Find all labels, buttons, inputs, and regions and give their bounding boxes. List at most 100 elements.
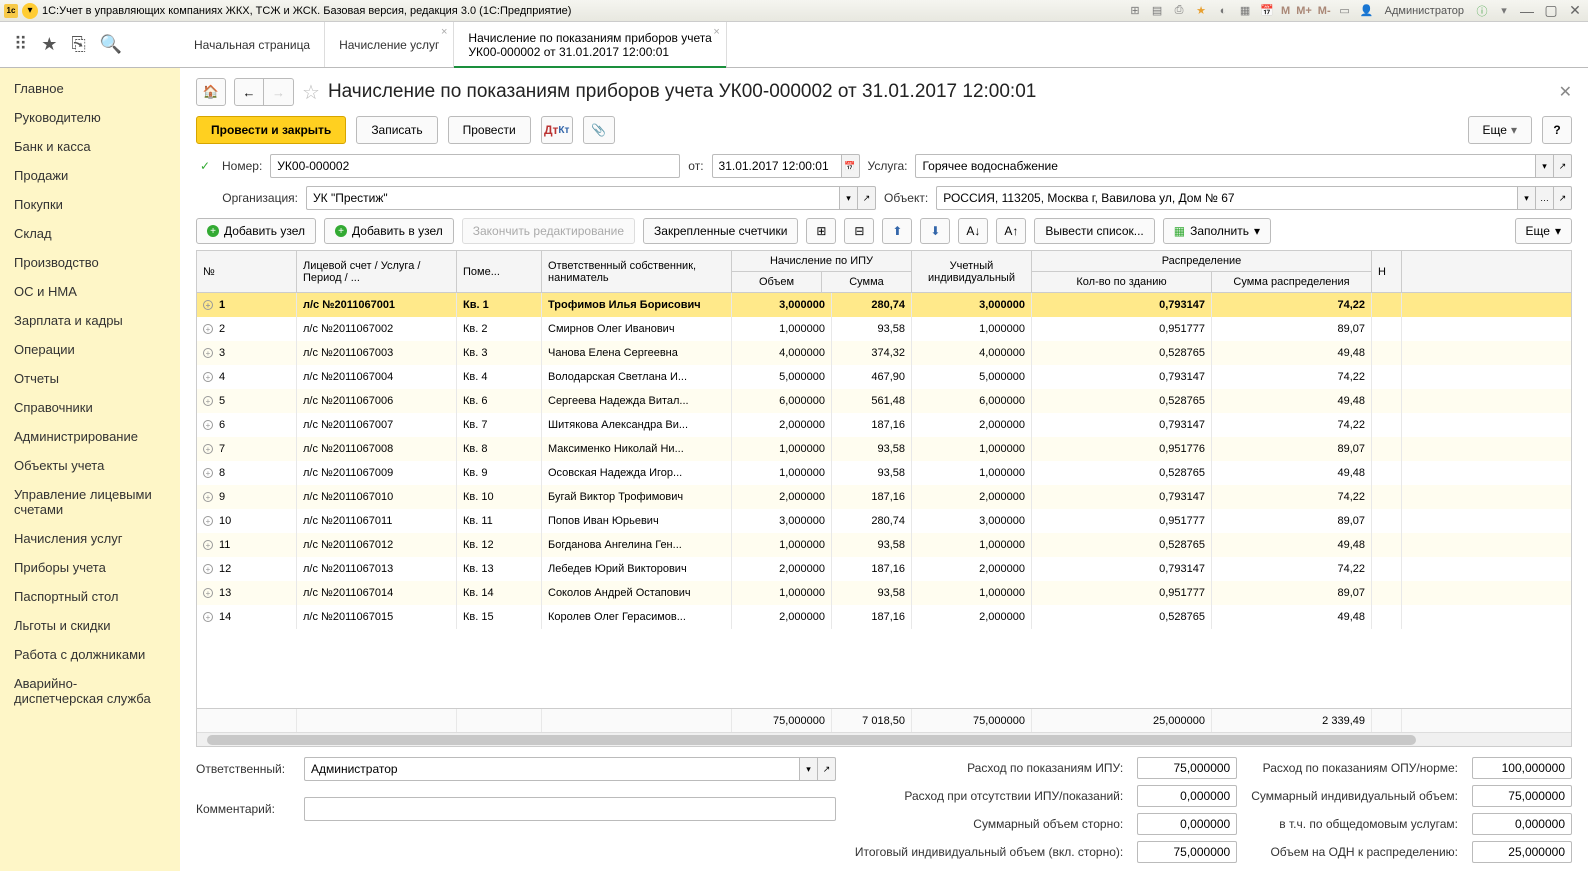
- table-row[interactable]: +6л/с №2011067007Кв. 7Шитякова Александр…: [197, 413, 1571, 437]
- expand-icon[interactable]: +: [203, 564, 213, 574]
- sidebar-item-0[interactable]: Главное: [0, 74, 180, 103]
- home-button[interactable]: 🏠: [196, 78, 226, 106]
- object-open[interactable]: ↗: [1554, 186, 1572, 210]
- expand-icon[interactable]: +: [203, 516, 213, 526]
- responsible-input[interactable]: [304, 757, 800, 781]
- col-dist-qty[interactable]: Кол-во по зданию: [1032, 272, 1212, 292]
- finish-edit-button[interactable]: Закончить редактирование: [462, 218, 635, 244]
- sidebar-item-3[interactable]: Продажи: [0, 161, 180, 190]
- move-up-button[interactable]: ⬆: [882, 218, 912, 244]
- col-volume[interactable]: Объем: [732, 272, 822, 292]
- sidebar-item-16[interactable]: Приборы учета: [0, 553, 180, 582]
- table-row[interactable]: +9л/с №2011067010Кв. 10Бугай Виктор Троф…: [197, 485, 1571, 509]
- pinned-button[interactable]: Закрепленные счетчики: [643, 218, 798, 244]
- sidebar-item-12[interactable]: Администрирование: [0, 422, 180, 451]
- search-icon[interactable]: 🔍: [100, 34, 122, 55]
- table-row[interactable]: +4л/с №2011067004Кв. 4Володарская Светла…: [197, 365, 1571, 389]
- expand-icon[interactable]: +: [203, 444, 213, 454]
- tb-icon-6[interactable]: ▦: [1237, 3, 1253, 19]
- move-down-button[interactable]: ⬇: [920, 218, 950, 244]
- sidebar-item-4[interactable]: Покупки: [0, 190, 180, 219]
- favorite-toggle[interactable]: ☆: [302, 80, 320, 105]
- comment-input[interactable]: [304, 797, 836, 821]
- sidebar-item-8[interactable]: Зарплата и кадры: [0, 306, 180, 335]
- attach-button[interactable]: 📎: [583, 116, 615, 144]
- table-row[interactable]: +14л/с №2011067015Кв. 15Королев Олег Гер…: [197, 605, 1571, 629]
- add-node-button[interactable]: +Добавить узел: [196, 218, 316, 244]
- table-row[interactable]: +3л/с №2011067003Кв. 3Чанова Елена Серге…: [197, 341, 1571, 365]
- table-row[interactable]: +5л/с №2011067006Кв. 6Сергеева Надежда В…: [197, 389, 1571, 413]
- fill-button[interactable]: ▦ Заполнить ▾: [1163, 218, 1271, 244]
- sidebar-item-20[interactable]: Аварийно-диспетчерская служба: [0, 669, 180, 713]
- h-scrollbar[interactable]: [197, 732, 1571, 746]
- table-row[interactable]: +1л/с №2011067001Кв. 1Трофимов Илья Бори…: [197, 293, 1571, 317]
- add-into-button[interactable]: +Добавить в узел: [324, 218, 454, 244]
- back-button[interactable]: ←: [234, 78, 264, 106]
- close-icon[interactable]: ×: [713, 26, 719, 38]
- col-owner[interactable]: Ответственный собственник, наниматель: [542, 251, 732, 292]
- org-open[interactable]: ↗: [858, 186, 876, 210]
- object-more[interactable]: …: [1536, 186, 1554, 210]
- calendar-button[interactable]: 📅: [842, 154, 860, 178]
- write-button[interactable]: Записать: [356, 116, 437, 144]
- expand-icon[interactable]: +: [203, 588, 213, 598]
- sidebar-item-13[interactable]: Объекты учета: [0, 451, 180, 480]
- table-more-button[interactable]: Еще ▾: [1515, 218, 1572, 244]
- expand-icon[interactable]: +: [203, 612, 213, 622]
- number-input[interactable]: [270, 154, 680, 178]
- col-sum[interactable]: Сумма: [822, 272, 911, 292]
- info-icon[interactable]: ⓘ: [1474, 3, 1490, 19]
- tab-home[interactable]: Начальная страница: [180, 22, 325, 67]
- service-drop[interactable]: ▾: [1536, 154, 1554, 178]
- expand-icon[interactable]: +: [203, 396, 213, 406]
- sidebar-item-7[interactable]: ОС и НМА: [0, 277, 180, 306]
- table-row[interactable]: +12л/с №2011067013Кв. 13Лебедев Юрий Вик…: [197, 557, 1571, 581]
- col-no[interactable]: №: [197, 251, 297, 292]
- expand-icon[interactable]: +: [203, 324, 213, 334]
- date-input[interactable]: [712, 154, 842, 178]
- tab-calc[interactable]: Начисление услуг×: [325, 22, 454, 67]
- table-row[interactable]: +2л/с №2011067002Кв. 2Смирнов Олег Ивано…: [197, 317, 1571, 341]
- responsible-open[interactable]: ↗: [818, 757, 836, 781]
- col-account[interactable]: Лицевой счет / Услуга / Период / ...: [297, 251, 457, 292]
- expand-icon[interactable]: +: [203, 300, 213, 310]
- close-icon[interactable]: ×: [441, 26, 447, 38]
- service-open[interactable]: ↗: [1554, 154, 1572, 178]
- sidebar-item-19[interactable]: Работа с должниками: [0, 640, 180, 669]
- table-row[interactable]: +13л/с №2011067014Кв. 14Соколов Андрей О…: [197, 581, 1571, 605]
- m-plus[interactable]: M+: [1296, 5, 1312, 17]
- favorite-icon[interactable]: ★: [1193, 3, 1209, 19]
- expand-icon[interactable]: +: [203, 540, 213, 550]
- org-drop[interactable]: ▾: [840, 186, 858, 210]
- table-row[interactable]: +10л/с №2011067011Кв. 11Попов Иван Юрьев…: [197, 509, 1571, 533]
- window-minimize[interactable]: —: [1518, 2, 1536, 20]
- sidebar-item-15[interactable]: Начисления услуг: [0, 524, 180, 553]
- sidebar-item-18[interactable]: Льготы и скидки: [0, 611, 180, 640]
- info-drop[interactable]: ▾: [1496, 3, 1512, 19]
- sidebar-item-17[interactable]: Паспортный стол: [0, 582, 180, 611]
- tree-expand-button[interactable]: ⊞: [806, 218, 836, 244]
- sidebar-item-14[interactable]: Управление лицевыми счетами: [0, 480, 180, 524]
- m-clear[interactable]: M: [1281, 5, 1290, 17]
- nav-dropdown[interactable]: ▾: [22, 3, 38, 19]
- sidebar-item-6[interactable]: Производство: [0, 248, 180, 277]
- service-input[interactable]: [915, 154, 1536, 178]
- user-name[interactable]: Администратор: [1381, 5, 1468, 17]
- help-button[interactable]: ?: [1542, 116, 1572, 144]
- tb-icon-2[interactable]: ▤: [1149, 3, 1165, 19]
- table-row[interactable]: +11л/с №2011067012Кв. 12Богданова Ангели…: [197, 533, 1571, 557]
- sidebar-item-1[interactable]: Руководителю: [0, 103, 180, 132]
- col-individual[interactable]: Учетный индивидуальный: [912, 251, 1032, 292]
- more-button[interactable]: Еще: [1468, 116, 1532, 144]
- m-minus[interactable]: M-: [1318, 5, 1331, 17]
- close-page-button[interactable]: ✕: [1559, 82, 1572, 102]
- tb-icon-1[interactable]: ⊞: [1127, 3, 1143, 19]
- org-input[interactable]: [306, 186, 840, 210]
- col-dist-sum[interactable]: Сумма распределения: [1212, 272, 1371, 292]
- window-close[interactable]: ✕: [1566, 2, 1584, 20]
- calc-icon[interactable]: ▭: [1337, 3, 1353, 19]
- forward-button[interactable]: →: [264, 78, 294, 106]
- sort-desc-button[interactable]: A↑: [996, 218, 1026, 244]
- dtpl-button[interactable]: ДтКт: [541, 116, 573, 144]
- object-input[interactable]: [936, 186, 1518, 210]
